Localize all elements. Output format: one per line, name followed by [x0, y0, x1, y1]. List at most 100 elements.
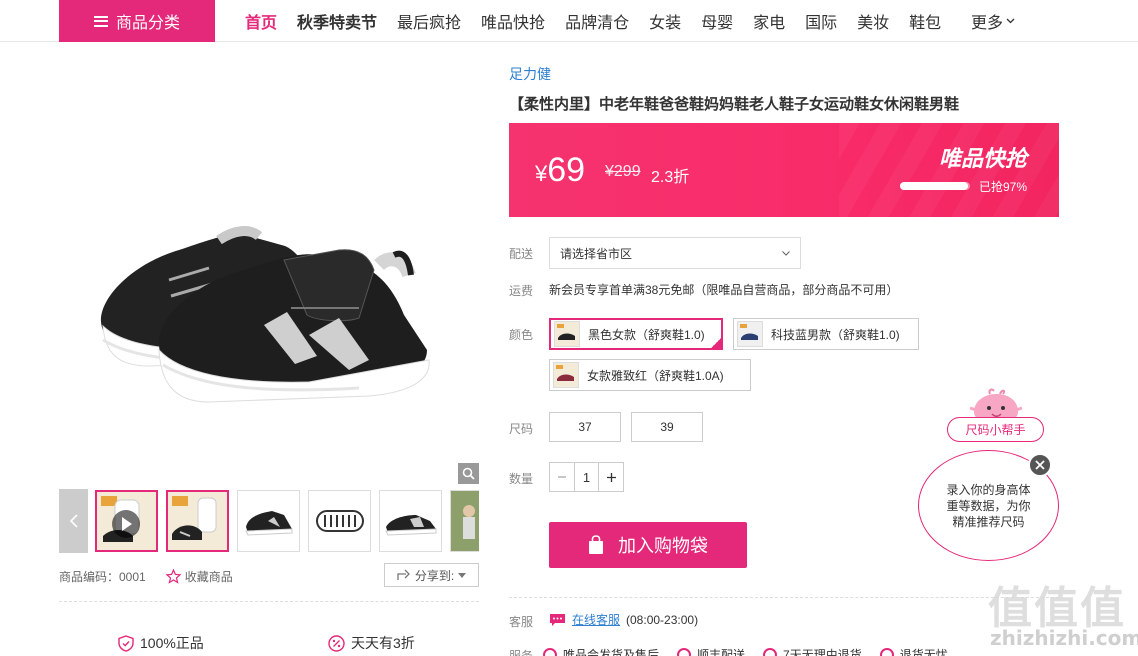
size-option-39[interactable]: 39: [631, 412, 703, 442]
discount-rate: 2.3折: [651, 169, 690, 186]
category-label: 商品分类: [115, 15, 180, 32]
service-item-label: 7天无理由退货: [783, 648, 862, 656]
category-menu-button[interactable]: 商品分类: [59, 0, 215, 42]
zoom-icon[interactable]: [458, 463, 479, 484]
guarantee-genuine-label: 100%正品: [140, 635, 204, 651]
color-option-label: 科技蓝男款（舒爽鞋1.0): [771, 327, 900, 342]
quantity-increase-button[interactable]: [599, 463, 623, 491]
nav-item-international[interactable]: 国际: [805, 9, 837, 33]
region-select[interactable]: 请选择省市区: [549, 237, 801, 269]
original-price: ¥299: [605, 163, 641, 180]
divider: [509, 597, 1059, 598]
service-item: 唯品会发货及售后: [543, 646, 659, 656]
nav-more[interactable]: 更多: [971, 0, 1015, 42]
nav-item-shoes-bags[interactable]: 鞋包: [909, 9, 941, 33]
shield-icon: [118, 634, 134, 652]
nav-item-home[interactable]: 首页: [245, 9, 277, 33]
color-option-label: 女款雅致红（舒爽鞋1.0A): [587, 368, 724, 383]
chevron-down-icon: [782, 250, 790, 256]
product-code: 商品编码：0001: [59, 569, 146, 584]
guarantee-genuine: 100%正品: [118, 633, 204, 653]
shipping-label: 运费: [509, 284, 534, 298]
service-item: 顺丰配送: [677, 646, 745, 656]
service-item: 7天无理由退货: [763, 646, 862, 656]
thumbnail-video[interactable]: [95, 490, 158, 552]
favorite-button[interactable]: 收藏商品: [165, 568, 233, 585]
color-label: 颜色: [509, 328, 534, 342]
services-label: 服务: [509, 649, 534, 656]
sold-progress-fill: [900, 182, 968, 190]
color-option-label: 黑色女款（舒爽鞋1.0): [588, 327, 705, 342]
thumbnail-strip: [59, 489, 479, 553]
size-helper-text: 录入你的身高体重等数据，为你精准推荐尺码: [946, 482, 1031, 529]
service-item-label: 唯品会发货及售后: [563, 648, 660, 656]
star-icon: [165, 568, 181, 584]
sold-progress-text: 已抢97%: [979, 180, 1028, 194]
currency-symbol: ¥: [535, 161, 548, 186]
close-icon[interactable]: [1028, 453, 1052, 477]
thumbnail-angle[interactable]: [379, 490, 442, 552]
thumbnail-lifestyle[interactable]: [450, 490, 479, 552]
service-check-icon: [677, 647, 692, 656]
nav-item-baby[interactable]: 母婴: [701, 9, 733, 33]
share-label: 分享到:: [414, 568, 455, 583]
service-check-icon: [543, 647, 557, 656]
quantity-value[interactable]: 1: [574, 463, 599, 491]
customer-service-row: 在线客服 (08:00-23:00): [549, 611, 698, 628]
nav-more-label: 更多: [971, 15, 1004, 32]
flash-sale-title: 唯品快抢: [938, 146, 1027, 171]
online-service-link[interactable]: 在线客服: [572, 611, 620, 628]
percent-icon: [328, 634, 345, 652]
sneaker-illustration: [59, 60, 479, 485]
add-to-cart-button[interactable]: 加入购物袋: [549, 522, 747, 568]
customer-service-label: 客服: [509, 615, 534, 629]
thumbnail-sole[interactable]: [308, 490, 371, 552]
thumbnail-prev-button[interactable]: [59, 489, 88, 553]
minus-icon: [558, 476, 566, 478]
guarantee-discount-label: 天天有3折: [351, 635, 415, 651]
nav-item-flash[interactable]: 唯品快抢: [481, 9, 545, 33]
size-helper-label[interactable]: 尺码小帮手: [947, 417, 1044, 442]
nav-item-clearance[interactable]: 品牌清仓: [565, 9, 629, 33]
quantity-decrease-button[interactable]: [550, 463, 574, 491]
share-button[interactable]: 分享到:: [384, 563, 479, 587]
size-option-37[interactable]: 37: [549, 412, 621, 442]
product-meta-row: 商品编码：0001 收藏商品 分享到:: [59, 563, 479, 589]
service-check-icon: [763, 647, 778, 656]
main-product-image[interactable]: [59, 60, 479, 485]
region-placeholder: 请选择省市区: [560, 246, 633, 261]
size-label: 尺码: [509, 422, 534, 436]
thumbnail-model[interactable]: [166, 490, 229, 552]
nav-item-beauty[interactable]: 美妆: [857, 9, 889, 33]
nav-items: 首页 秋季特卖节 最后疯抢 唯品快抢 品牌清仓 女装 母婴 家电 国际 美妆 鞋…: [245, 0, 961, 42]
nav-item-last-rush[interactable]: 最后疯抢: [397, 9, 461, 33]
watermark-url: zhizhizhi.com: [990, 626, 1138, 650]
color-option-black-women[interactable]: 黑色女款（舒爽鞋1.0): [549, 318, 723, 350]
product-title: 【柔性内里】中老年鞋爸爸鞋妈妈鞋老人鞋子女运动鞋女休闲鞋男鞋: [509, 96, 960, 113]
caret-down-icon: [458, 572, 467, 578]
brand-link[interactable]: 足力健: [509, 64, 551, 84]
color-swatch-red: [553, 362, 579, 388]
nav-item-autumn-sale[interactable]: 秋季特卖节: [297, 9, 377, 33]
color-option-red-women[interactable]: 女款雅致红（舒爽鞋1.0A): [549, 359, 751, 391]
price-banner: ¥69 ¥299 2.3折 唯品快抢 已抢97%: [509, 123, 1059, 217]
delivery-label: 配送: [509, 247, 534, 261]
shipping-text: 新会员专享首单满38元免邮（限唯品自营商品，部分商品不可用）: [549, 283, 899, 297]
shopping-bag-icon: [589, 535, 603, 554]
chevron-down-icon: [1006, 18, 1015, 24]
thumbnail-side[interactable]: [237, 490, 300, 552]
nav-item-appliances[interactable]: 家电: [753, 9, 785, 33]
quantity-label: 数量: [509, 472, 534, 486]
top-nav: 商品分类 首页 秋季特卖节 最后疯抢 唯品快抢 品牌清仓 女装 母婴 家电 国际…: [0, 0, 1138, 42]
nav-item-women[interactable]: 女装: [649, 9, 681, 33]
color-swatch-blue: [737, 321, 763, 347]
favorite-label: 收藏商品: [184, 569, 233, 584]
quantity-stepper: 1: [549, 462, 624, 492]
service-item: 退货无忧: [879, 646, 948, 656]
color-option-blue-men[interactable]: 科技蓝男款（舒爽鞋1.0): [733, 318, 919, 350]
services-row: 唯品会发货及售后 顺丰配送 7天无理由退货 退货无忧: [543, 646, 948, 656]
current-price: ¥69: [535, 151, 585, 190]
selected-check-icon: [709, 336, 723, 350]
divider: [59, 601, 479, 602]
service-check-icon: [879, 647, 894, 656]
